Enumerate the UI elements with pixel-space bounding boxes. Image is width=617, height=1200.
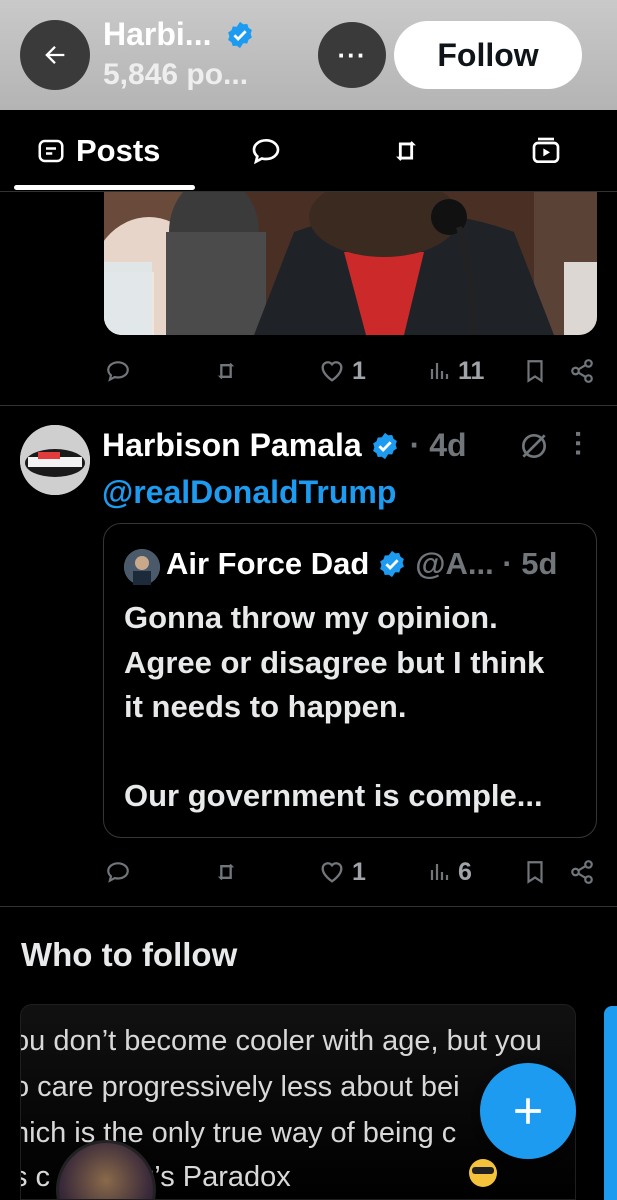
post-text[interactable]: @realDonaldTrump <box>102 474 396 511</box>
view-count: 6 <box>458 857 472 886</box>
author-name: Harbison Pamala <box>102 427 362 463</box>
media-icon <box>532 137 560 163</box>
share-button[interactable] <box>569 852 595 892</box>
like-count: 1 <box>352 356 366 385</box>
bookmark-button[interactable] <box>522 852 548 892</box>
share-icon <box>571 359 593 383</box>
view-count: 11 <box>458 356 485 385</box>
tab-reposts[interactable] <box>387 110 425 192</box>
heart-icon <box>321 862 343 883</box>
hearing-photo <box>104 192 597 335</box>
repost-button[interactable] <box>212 852 240 892</box>
quoted-author: Air Force Dad @A... · 5d <box>166 546 557 582</box>
views-chart-icon <box>430 864 449 880</box>
post-count: 5,846 po... <box>103 58 249 91</box>
posts-icon <box>38 139 64 163</box>
quoted-author-name: Air Force Dad <box>166 546 370 581</box>
section-divider <box>0 906 617 907</box>
verified-badge-icon <box>225 20 255 50</box>
quoted-text-line: Agree or disagree but I think <box>124 644 545 680</box>
quoted-handle: @A... · 5d <box>415 546 558 581</box>
replies-icon <box>252 138 280 165</box>
grok-icon[interactable] <box>518 430 550 467</box>
reply-button[interactable] <box>105 852 131 892</box>
author-avatar[interactable] <box>20 425 90 495</box>
tab-posts-label: Posts <box>76 133 161 168</box>
post-divider <box>0 405 617 406</box>
reposts-icon <box>396 141 416 161</box>
post-author[interactable]: Harbison Pamala · 4d <box>102 427 467 464</box>
bookmark-icon <box>527 861 543 884</box>
post-more-icon[interactable]: ··· <box>563 430 594 458</box>
verified-badge-icon <box>370 431 400 461</box>
post-media-image[interactable] <box>104 192 597 335</box>
bookmark-button[interactable] <box>522 351 548 391</box>
repost-icon <box>217 362 235 380</box>
heart-icon <box>321 361 343 382</box>
reply-icon <box>107 862 129 883</box>
like-button[interactable]: 1 <box>318 351 366 391</box>
back-arrow-icon <box>45 46 65 64</box>
like-button[interactable]: 1 <box>318 852 366 892</box>
quoted-post[interactable]: Air Force Dad @A... · 5d Gonna throw my … <box>103 523 597 838</box>
more-options-button[interactable]: ··· <box>318 22 386 88</box>
card-banner-text: ou don’t become cooler with age, but you <box>20 1025 542 1057</box>
share-button[interactable] <box>569 351 595 391</box>
views-button[interactable]: 6 <box>428 852 472 892</box>
back-button[interactable] <box>20 20 90 90</box>
repost-button[interactable] <box>212 351 240 391</box>
views-button[interactable]: 11 <box>428 351 484 391</box>
quoted-text-line <box>124 730 584 775</box>
share-icon <box>571 860 593 884</box>
tab-media[interactable] <box>528 110 564 192</box>
follow-button[interactable]: Follow <box>394 21 582 89</box>
reply-icon <box>107 361 129 382</box>
compose-post-button[interactable] <box>480 1063 576 1159</box>
sunglasses-emoji-icon <box>469 1159 497 1187</box>
quoted-text-line: Our government is comple... <box>124 778 543 813</box>
profile-header: Harbi... 5,846 po... ··· Follow <box>0 0 617 110</box>
quoted-author-avatar <box>124 549 160 585</box>
post1-action-bar: 1 11 <box>0 351 617 391</box>
quoted-text-line: Gonna throw my opinion. <box>124 600 498 635</box>
active-tab-indicator <box>14 185 195 190</box>
repost-icon <box>217 863 235 881</box>
tab-replies[interactable] <box>248 110 284 192</box>
post-timestamp: · 4d <box>409 427 467 463</box>
profile-tabs: Posts <box>0 110 617 192</box>
bookmark-icon <box>527 360 543 383</box>
who-to-follow-heading: Who to follow <box>21 936 238 973</box>
verified-badge-icon <box>377 549 407 579</box>
profile-name: Harbi... <box>103 16 255 53</box>
tab-posts[interactable]: Posts <box>36 110 160 192</box>
profile-name-text: Harbi... <box>103 16 212 52</box>
quoted-text-line: it needs to happen. <box>124 689 407 724</box>
like-count: 1 <box>352 857 366 886</box>
quoted-text: Gonna throw my opinion. Agree or disagre… <box>124 596 584 819</box>
adjacent-card-edge[interactable] <box>604 1006 617 1200</box>
post2-action-bar: 1 6 <box>0 852 617 892</box>
avatar-image <box>20 425 90 495</box>
reply-button[interactable] <box>105 351 131 391</box>
plus-icon <box>515 1098 541 1124</box>
card-banner-text: o care progressively less about bei <box>20 1071 460 1103</box>
views-chart-icon <box>430 363 449 379</box>
